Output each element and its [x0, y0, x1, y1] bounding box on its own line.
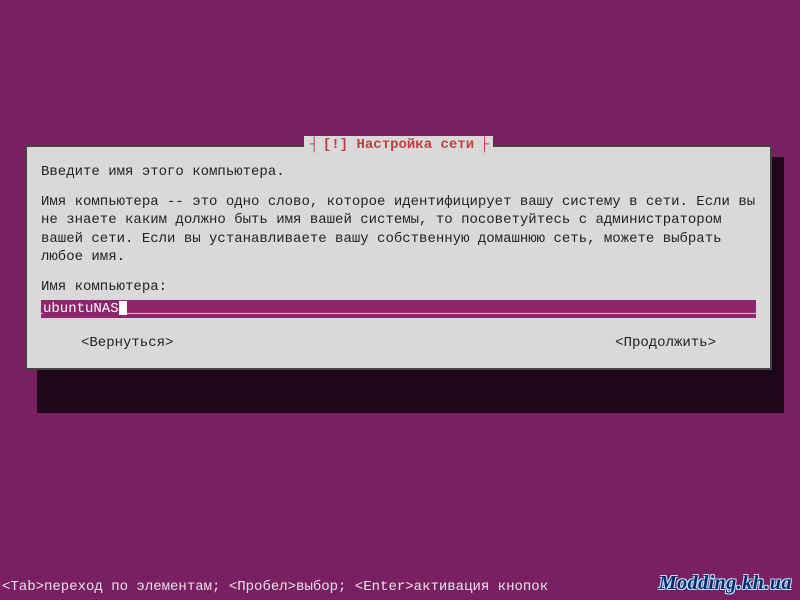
hostname-input[interactable]: ________________________________________… — [41, 300, 756, 318]
dialog-buttons: <Вернуться> <Продолжить> — [41, 334, 756, 356]
hostname-value: ubuntuNAS — [43, 301, 119, 317]
hostname-label: Имя компьютера: — [41, 278, 756, 296]
network-config-dialog: ┤ [!] Настройка сети ├ Введите имя этого… — [25, 145, 772, 370]
dialog-title: ┤ [!] Настройка сети ├ — [304, 136, 493, 154]
dialog-title-bar: ┤ [!] Настройка сети ├ — [27, 136, 770, 154]
continue-button[interactable]: <Продолжить> — [615, 334, 716, 352]
input-fill: ________________________________________… — [41, 300, 756, 318]
title-decor-right: ├ — [474, 137, 487, 153]
text-cursor — [119, 301, 127, 315]
title-decor-left: ┤ — [310, 137, 323, 153]
title-text: Настройка сети — [356, 137, 474, 153]
watermark-text: Modding.kh.ua — [659, 570, 792, 596]
description-text: Имя компьютера -- это одно слово, которо… — [41, 193, 756, 266]
intro-text: Введите имя этого компьютера. — [41, 163, 756, 181]
title-prefix: [!] — [323, 137, 357, 153]
back-button[interactable]: <Вернуться> — [81, 334, 173, 352]
